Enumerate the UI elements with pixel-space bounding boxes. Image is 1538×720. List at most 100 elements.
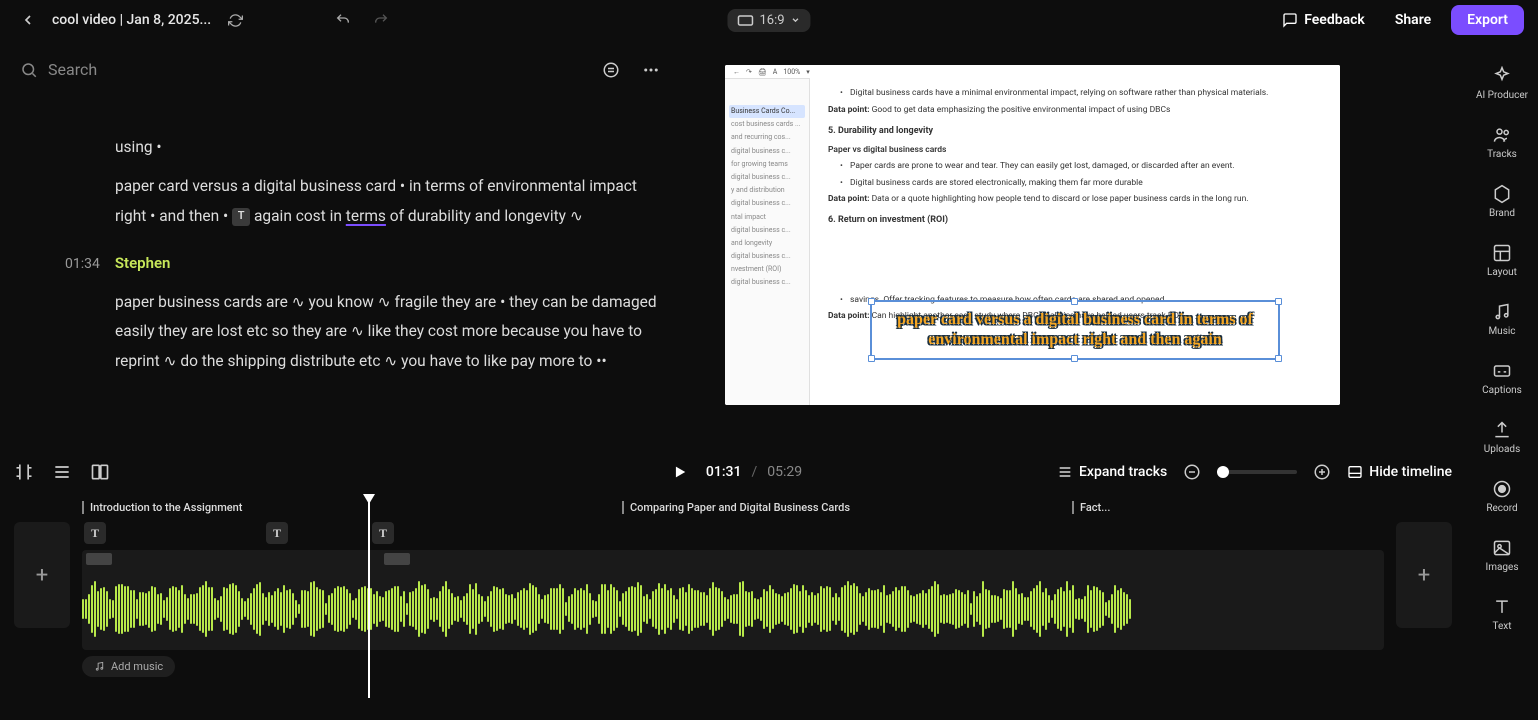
images-button[interactable]: Images: [1485, 538, 1518, 573]
outline-item: digital business c...: [729, 276, 805, 289]
undo-button[interactable]: [329, 6, 357, 34]
clip-thumbs-row[interactable]: [82, 550, 1384, 568]
rail-label: Record: [1486, 503, 1517, 514]
highlighted-word[interactable]: terms: [346, 207, 386, 225]
record-button[interactable]: Record: [1486, 479, 1517, 514]
add-track-right-button[interactable]: +: [1396, 522, 1452, 628]
aspect-ratio-selector[interactable]: 16:9: [727, 9, 810, 32]
doc-datapoint: Data point: Good to get data emphasizing…: [828, 104, 1322, 117]
transcript-text[interactable]: paper card versus a digital business car…: [115, 172, 660, 231]
back-button[interactable]: [14, 6, 42, 34]
redo-button[interactable]: [367, 6, 395, 34]
split-clip-icon[interactable]: [14, 462, 34, 482]
rail-label: Brand: [1489, 208, 1515, 219]
doc-heading: 5. Durability and longevity: [828, 125, 1322, 139]
text-button[interactable]: Text: [1492, 597, 1512, 632]
zoom-in-icon[interactable]: [1313, 463, 1331, 481]
timeline-track[interactable]: T T T Add music: [82, 522, 1384, 672]
filter-icon[interactable]: [602, 61, 620, 79]
speaker-name[interactable]: Stephen: [115, 249, 171, 278]
ai-producer-button[interactable]: AI Producer: [1476, 66, 1528, 101]
current-time: 01:31: [706, 464, 742, 480]
outline-item: digital business c...: [729, 250, 805, 263]
zoom-out-icon[interactable]: [1183, 463, 1201, 481]
captions-button[interactable]: Captions: [1482, 361, 1522, 396]
video-preview[interactable]: ←↷🖨A100%▾ Normal text▾ Mono...▾ −14+ BIU…: [725, 65, 1340, 405]
rail-label: Captions: [1482, 385, 1522, 396]
resize-handle[interactable]: [1071, 355, 1078, 362]
add-track-left-button[interactable]: +: [14, 522, 70, 628]
resize-handle[interactable]: [868, 298, 875, 305]
refresh-icon[interactable]: [221, 6, 249, 34]
playhead[interactable]: [368, 500, 370, 698]
text-marker[interactable]: T: [84, 522, 106, 544]
expand-tracks-button[interactable]: Expand tracks: [1057, 464, 1167, 480]
section-label[interactable]: Introduction to the Assignment: [82, 501, 242, 514]
uploads-button[interactable]: Uploads: [1484, 420, 1520, 455]
outline-item: cost business cards ...: [729, 118, 805, 131]
music-button[interactable]: Music: [1488, 302, 1515, 337]
doc-outline: Business Cards Co... cost business cards…: [725, 65, 810, 405]
doc-heading: 6. Return on investment (ROI): [828, 214, 1322, 228]
caption-text: paper card versus a digital business car…: [882, 310, 1268, 350]
list-view-icon[interactable]: [52, 462, 72, 482]
section-label[interactable]: Comparing Paper and Digital Business Car…: [622, 501, 850, 514]
caption-overlay[interactable]: paper card versus a digital business car…: [870, 300, 1280, 360]
export-button[interactable]: Export: [1451, 5, 1524, 35]
transcript-timestamp[interactable]: 01:34: [65, 251, 100, 278]
play-button[interactable]: [664, 456, 696, 488]
zoom-slider-handle[interactable]: [1217, 466, 1229, 478]
outline-item: Business Cards Co...: [729, 105, 805, 118]
outline-item: for growing teams: [729, 158, 805, 171]
share-button[interactable]: Share: [1385, 6, 1441, 34]
section-label[interactable]: Fact...: [1072, 501, 1110, 514]
add-music-button[interactable]: Add music: [82, 656, 175, 677]
search-input[interactable]: Search: [20, 60, 592, 79]
outline-item: y and distribution: [729, 184, 805, 197]
captions-icon: [1492, 361, 1512, 381]
text-marker[interactable]: T: [266, 522, 288, 544]
hide-timeline-button[interactable]: Hide timeline: [1347, 464, 1452, 480]
transcript-text[interactable]: using •: [115, 133, 660, 162]
doc-subhead: Paper vs digital business cards: [828, 144, 1322, 157]
more-icon[interactable]: [642, 61, 660, 79]
outline-item: digital business c...: [729, 197, 805, 210]
brand-button[interactable]: Brand: [1489, 184, 1515, 219]
clip-thumbnail[interactable]: [86, 553, 112, 565]
transcript-fragment: again cost in: [250, 207, 346, 225]
text-marker[interactable]: T: [372, 522, 394, 544]
layout-icon: [1492, 243, 1512, 263]
clip-thumbnail[interactable]: [384, 553, 410, 565]
transcript-text[interactable]: paper business cards are ∿ you know ∿ fr…: [115, 288, 660, 376]
layout-button[interactable]: Layout: [1487, 243, 1517, 278]
resize-handle[interactable]: [1275, 355, 1282, 362]
doc-bullet: Paper cards are prone to wear and tear. …: [828, 160, 1322, 173]
doc-bullet: Digital business cards are stored electr…: [828, 177, 1322, 190]
hexagon-icon: [1492, 184, 1512, 204]
collapse-icon: [1347, 464, 1363, 480]
search-icon: [20, 61, 38, 79]
resize-handle[interactable]: [1275, 298, 1282, 305]
tracks-button[interactable]: Tracks: [1487, 125, 1517, 160]
music-note-icon: [94, 661, 105, 672]
project-title[interactable]: cool video | Jan 8, 2025...: [52, 12, 211, 28]
outline-item: and longevity: [729, 237, 805, 250]
split-view-icon[interactable]: [90, 462, 110, 482]
feedback-button[interactable]: Feedback: [1272, 6, 1375, 34]
feedback-label: Feedback: [1304, 12, 1365, 28]
resize-handle[interactable]: [1071, 298, 1078, 305]
expand-tracks-label: Expand tracks: [1079, 464, 1167, 480]
text-badge-icon: T: [232, 208, 250, 226]
transcript-panel: using • paper card versus a digital busi…: [20, 133, 660, 386]
time-separator: /: [751, 464, 757, 480]
resize-handle[interactable]: [868, 355, 875, 362]
rail-label: AI Producer: [1476, 90, 1528, 101]
zoom-slider[interactable]: [1217, 470, 1297, 474]
outline-item: nvestment (ROI): [729, 263, 805, 276]
add-music-label: Add music: [111, 660, 163, 673]
rail-label: Tracks: [1487, 149, 1517, 160]
waveform-row[interactable]: [82, 568, 1384, 650]
upload-icon: [1492, 420, 1512, 440]
sparkle-icon: [1492, 66, 1512, 86]
people-icon: [1492, 125, 1512, 145]
